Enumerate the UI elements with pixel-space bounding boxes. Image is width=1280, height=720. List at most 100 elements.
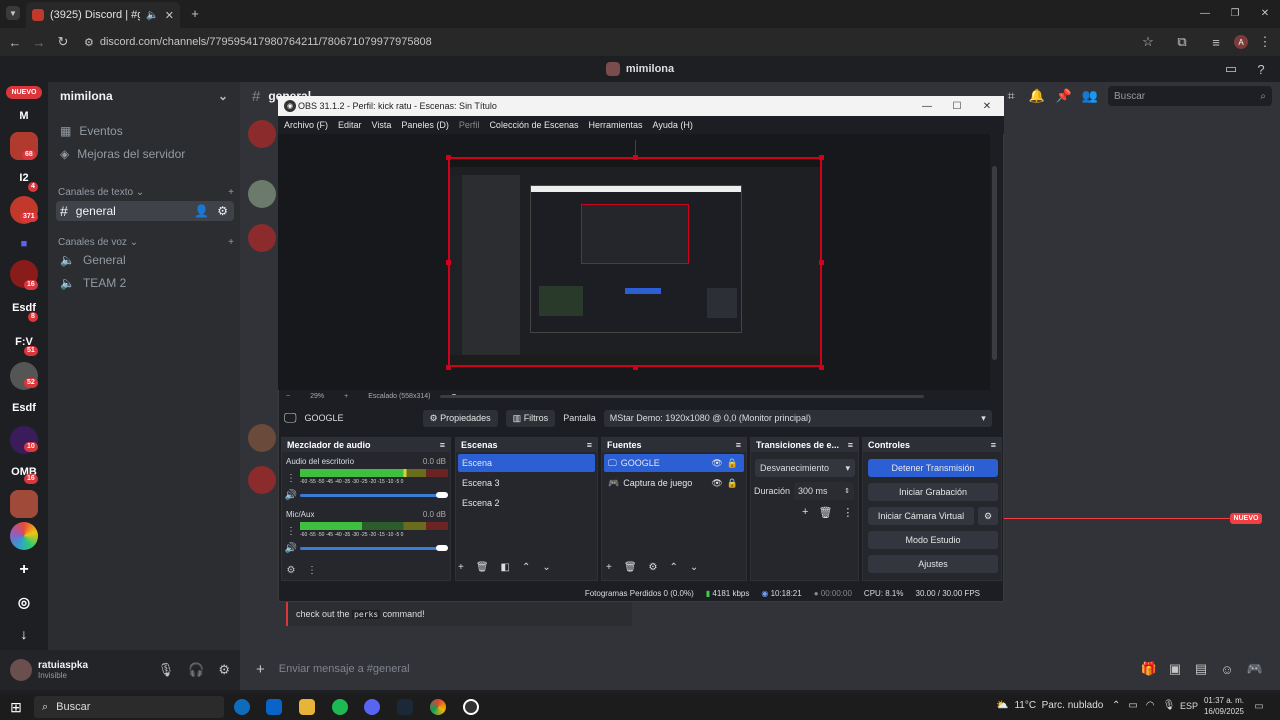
resize-handle[interactable] <box>446 365 451 370</box>
mixer-menu-icon[interactable]: ⋮ <box>306 564 318 576</box>
obs-close-icon[interactable]: ✕ <box>980 99 994 113</box>
preview-h-scrollbar[interactable] <box>440 395 924 398</box>
resize-handle[interactable] <box>446 260 451 265</box>
minimize-icon[interactable]: — <box>1198 6 1212 20</box>
properties-button[interactable]: ⚙ Propiedades <box>422 409 498 427</box>
move-down-icon[interactable]: ⌄ <box>690 562 698 573</box>
folder-icon[interactable]: ■ <box>10 230 38 258</box>
headphones-icon[interactable]: 🎧 <box>188 662 204 678</box>
avatar[interactable] <box>248 466 276 494</box>
scene-item[interactable]: Escena <box>458 454 595 472</box>
obs-maximize-icon[interactable]: ☐ <box>950 99 964 113</box>
settings-button[interactable]: Ajustes <box>868 555 998 573</box>
dock-menu-icon[interactable]: ≡ <box>991 440 996 450</box>
apps-icon[interactable]: 🎮 <box>1247 661 1263 676</box>
extensions-icon[interactable]: ⧉ <box>1174 34 1190 50</box>
studio-mode-button[interactable]: Modo Estudio <box>868 531 998 549</box>
inbox-icon[interactable]: ▭ <box>1224 61 1238 76</box>
move-up-icon[interactable]: ⌃ <box>670 562 678 573</box>
settings-gear-icon[interactable]: ⚙ <box>649 562 658 573</box>
eye-icon[interactable]: 👁 <box>711 458 722 469</box>
maximize-icon[interactable]: ❐ <box>1228 6 1242 20</box>
bell-icon[interactable]: 🔔 <box>1029 88 1045 103</box>
trash-icon[interactable]: 🗑 <box>476 562 489 573</box>
weather-widget[interactable]: ⛅ 11°C Parc. nublado <box>996 700 1103 711</box>
trash-icon[interactable]: 🗑 <box>624 562 637 573</box>
settings-gear-icon[interactable]: ⚙ <box>217 204 234 218</box>
microphone-icon[interactable]: 🎙 <box>158 662 175 678</box>
add-icon[interactable]: + <box>606 562 612 573</box>
voice-category[interactable]: Canales de voz ⌄ + <box>58 237 234 248</box>
guild-icon-14[interactable] <box>10 522 38 550</box>
notifications-icon[interactable]: ▭ <box>1252 699 1266 713</box>
rotation-handle[interactable] <box>635 140 636 156</box>
channel-menu-icon[interactable]: ⋮ <box>286 525 296 537</box>
browser-tab[interactable]: (3925) Discord | #general | 🔈 ✕ <box>26 2 180 28</box>
lock-icon[interactable]: 🔒 <box>727 458 744 469</box>
menu-help[interactable]: Ayuda (H) <box>653 120 693 130</box>
help-icon[interactable]: ? <box>1254 62 1268 77</box>
window-close-icon[interactable]: ✕ <box>1258 6 1272 20</box>
voice-channel-team2[interactable]: 🔈 TEAM 2 <box>56 273 234 293</box>
volume-slider[interactable] <box>300 494 448 497</box>
avatar[interactable] <box>248 424 276 452</box>
menu-profile[interactable]: Perfil <box>459 120 480 130</box>
add-channel-icon[interactable]: + <box>228 187 234 198</box>
dock-menu-icon[interactable]: ≡ <box>587 440 592 450</box>
source-item[interactable]: 🎮 Captura de juego 👁 🔒 <box>604 474 744 492</box>
zoom-in-icon[interactable]: + <box>344 393 348 400</box>
file-explorer-icon[interactable] <box>299 699 315 715</box>
resize-handle[interactable] <box>819 260 824 265</box>
display-select[interactable]: MStar Demo: 1920x1080 @ 0,0 (Monitor pri… <box>603 409 992 427</box>
start-windows-icon[interactable]: ⊞ <box>8 699 24 715</box>
outlook-icon[interactable] <box>266 699 282 715</box>
transition-select[interactable]: Desvanecimiento ▾ <box>755 459 855 477</box>
move-down-icon[interactable]: ⌄ <box>542 562 550 573</box>
obs-minimize-icon[interactable]: — <box>920 99 934 113</box>
display-capture-frame[interactable] <box>448 157 822 367</box>
add-server-icon[interactable]: + <box>10 556 38 584</box>
server-header[interactable]: mimilona ⌄ <box>48 82 240 110</box>
speaker-icon[interactable]: 🔈 <box>146 10 158 21</box>
resize-handle[interactable] <box>819 365 824 370</box>
guild-icon-m[interactable]: M <box>10 102 38 130</box>
invite-icon[interactable]: 👤 <box>194 204 209 218</box>
back-icon[interactable]: ← <box>8 35 22 50</box>
guild-icon-13[interactable] <box>10 490 38 518</box>
menu-docks[interactable]: Paneles (D) <box>401 120 449 130</box>
add-icon[interactable]: + <box>802 506 808 519</box>
voice-channel-general[interactable]: 🔈 General <box>56 250 234 270</box>
preview-scrollbar[interactable] <box>992 166 997 360</box>
avatar[interactable] <box>248 180 276 208</box>
resize-handle[interactable] <box>633 365 638 370</box>
stop-streaming-button[interactable]: Detener Transmisión <box>868 459 998 477</box>
attach-plus-icon[interactable]: + <box>256 661 265 678</box>
add-icon[interactable]: + <box>458 562 464 573</box>
scene-item[interactable]: Escena 2 <box>458 494 595 512</box>
dock-menu-icon[interactable]: ≡ <box>736 440 741 450</box>
menu-dots-icon[interactable]: ⋮ <box>842 506 853 519</box>
members-icon[interactable]: 👥 <box>1082 88 1098 103</box>
volume-icon[interactable]: 🔊 <box>285 542 297 554</box>
wifi-icon[interactable]: ◠ <box>1146 700 1155 711</box>
menu-edit[interactable]: Editar <box>338 120 362 130</box>
trash-icon[interactable]: 🗑 <box>818 506 832 519</box>
spin-arrows-icon[interactable]: ⇕ <box>844 487 850 495</box>
threads-icon[interactable]: ⌗ <box>1004 88 1018 103</box>
eye-icon[interactable]: 👁 <box>711 478 722 489</box>
duration-spinbox[interactable]: 300 ms ⇕ <box>794 482 854 500</box>
resize-handle[interactable] <box>446 155 451 160</box>
close-tab-icon[interactable]: ✕ <box>165 9 174 22</box>
menu-tools[interactable]: Herramientas <box>589 120 643 130</box>
chrome-icon[interactable] <box>430 699 446 715</box>
discover-icon[interactable]: ◎ <box>10 588 38 616</box>
edge-icon[interactable] <box>234 699 250 715</box>
avatar[interactable] <box>10 659 32 681</box>
resize-handle[interactable] <box>819 155 824 160</box>
microphone-icon[interactable]: 🎙 <box>1163 700 1176 711</box>
forward-icon[interactable]: → <box>32 35 46 50</box>
sticker-icon[interactable]: ▤ <box>1194 661 1208 676</box>
new-tab-icon[interactable]: + <box>188 6 202 21</box>
menu-file[interactable]: Archivo (F) <box>284 120 328 130</box>
message-input[interactable]: + Enviar mensaje a #general <box>248 656 1272 682</box>
